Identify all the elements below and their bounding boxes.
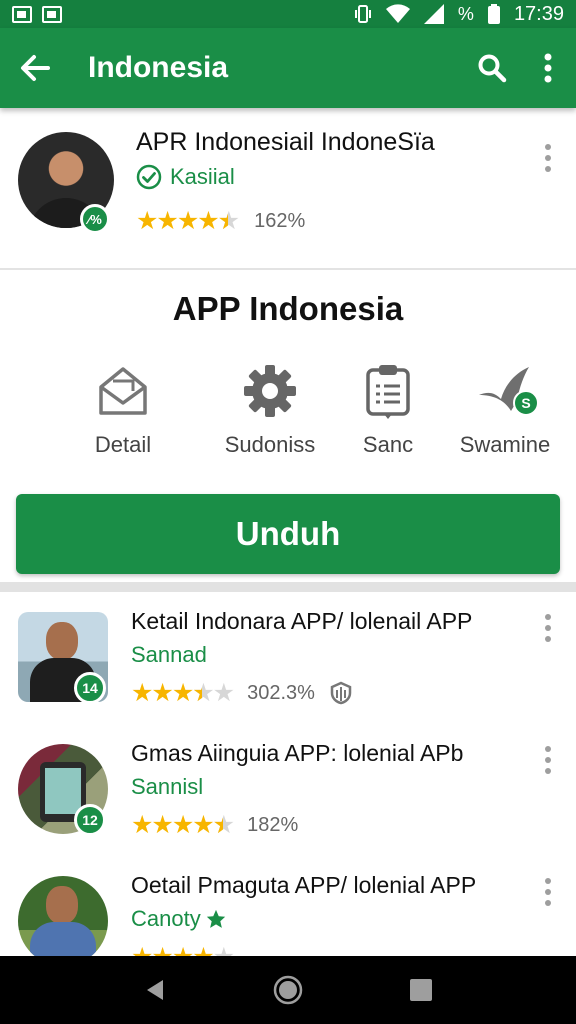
star-rating: ★★★★★ <box>131 942 235 956</box>
avatar-badge: ⁄% <box>80 204 110 234</box>
feature-badge: S <box>513 390 539 416</box>
star-rating: ★★★★★★ <box>131 811 235 839</box>
page-title: Indonesia <box>88 51 229 84</box>
search-icon <box>478 54 507 83</box>
shield-icon <box>330 681 352 705</box>
developer-name: Sannad <box>131 642 207 667</box>
star-rating: ★★★★★★ <box>131 679 235 707</box>
featured-app-title: APR Indonesiail IndoneSïa <box>136 128 435 156</box>
developer-name: Canoty <box>131 906 201 931</box>
status-bar: % 17:39 <box>0 0 576 28</box>
content-scroll[interactable]: ⁄% APR Indonesiail IndoneSïa Kasiial ★★★… <box>0 108 576 956</box>
feature-detail[interactable]: Detail <box>53 360 193 458</box>
clock: 17:39 <box>513 2 564 25</box>
rating-row: ★★★★★ <box>131 942 235 956</box>
back-button[interactable] <box>0 28 70 108</box>
feature-label: Swamine <box>459 432 551 457</box>
image-notification-icon <box>42 5 62 23</box>
app-title: Ketail Indonara APP/ lolenail APP <box>131 608 473 634</box>
verified-label: Kasiial <box>170 164 235 189</box>
download-button[interactable]: Unduh <box>16 494 560 574</box>
rating-row: ★★★★★★ 182% <box>131 810 298 840</box>
app-list-item[interactable]: 14 Ketail Indonara APP/ lolenail APP San… <box>0 592 576 724</box>
app-list-item[interactable]: Oetail Pmaguta APP/ lolenial APP Canoty … <box>0 856 576 956</box>
overflow-menu-button[interactable] <box>520 28 576 108</box>
app-bar: Indonesia <box>0 28 576 108</box>
promo-title: APP Indonesia <box>172 290 404 327</box>
rating-value: 162% <box>254 209 306 232</box>
app-title: Gmas Aiinguia APP: lolenial APb <box>131 740 464 766</box>
item-menu-button[interactable] <box>538 746 558 774</box>
gear-icon <box>244 365 296 417</box>
back-arrow-icon <box>21 55 50 81</box>
star-rating: ★★★★★★ <box>136 207 240 235</box>
rating-row: ★★★★★★ 302.3% <box>131 678 353 708</box>
system-nav-bar <box>0 956 576 1024</box>
envelope-open-icon <box>99 367 147 415</box>
featured-app-card[interactable]: ⁄% APR Indonesiail IndoneSïa Kasiial ★★★… <box>0 108 576 270</box>
app-title: Oetail Pmaguta APP/ lolenial APP <box>131 872 477 898</box>
promo-section: APP Indonesia Detail Sudoniss Sanc S Swa… <box>0 270 576 592</box>
nav-back-icon[interactable] <box>143 978 167 1002</box>
nav-home-icon[interactable] <box>273 975 303 1005</box>
item-badge: 14 <box>74 672 106 704</box>
app-developer: Sannad <box>131 642 207 668</box>
app-list-item[interactable]: 12 Gmas Aiinguia APP: lolenial APb Sanni… <box>0 724 576 856</box>
verified-check-icon <box>136 164 162 190</box>
vibrate-icon <box>354 5 371 23</box>
notification-icon <box>12 5 32 23</box>
star-icon <box>206 909 225 928</box>
battery-percent: % <box>457 3 474 24</box>
card-menu-button[interactable] <box>538 144 558 172</box>
item-badge: 12 <box>74 804 106 836</box>
search-button[interactable] <box>464 28 520 108</box>
item-menu-button[interactable] <box>538 614 558 642</box>
rating-row: ★★★★★★ 162% <box>136 206 305 236</box>
item-menu-button[interactable] <box>538 878 558 906</box>
developer-name: Sannisl <box>131 774 204 799</box>
app-thumbnail <box>18 876 108 956</box>
wifi-icon <box>385 4 410 24</box>
clipboard-icon <box>366 365 410 419</box>
rating-value: 302.3% <box>247 681 315 704</box>
nav-recents-icon[interactable] <box>409 978 433 1002</box>
rating-value: 182% <box>247 813 299 836</box>
feature-swamine[interactable]: S Swamine <box>435 360 575 458</box>
more-vert-icon <box>544 53 552 83</box>
app-developer: Canoty <box>131 906 227 932</box>
app-developer: Sannisl <box>131 774 203 800</box>
verified-row: Kasiial <box>136 164 235 190</box>
signal-icon <box>423 4 444 24</box>
feature-label: Detail <box>94 432 152 457</box>
battery-icon <box>487 4 500 24</box>
